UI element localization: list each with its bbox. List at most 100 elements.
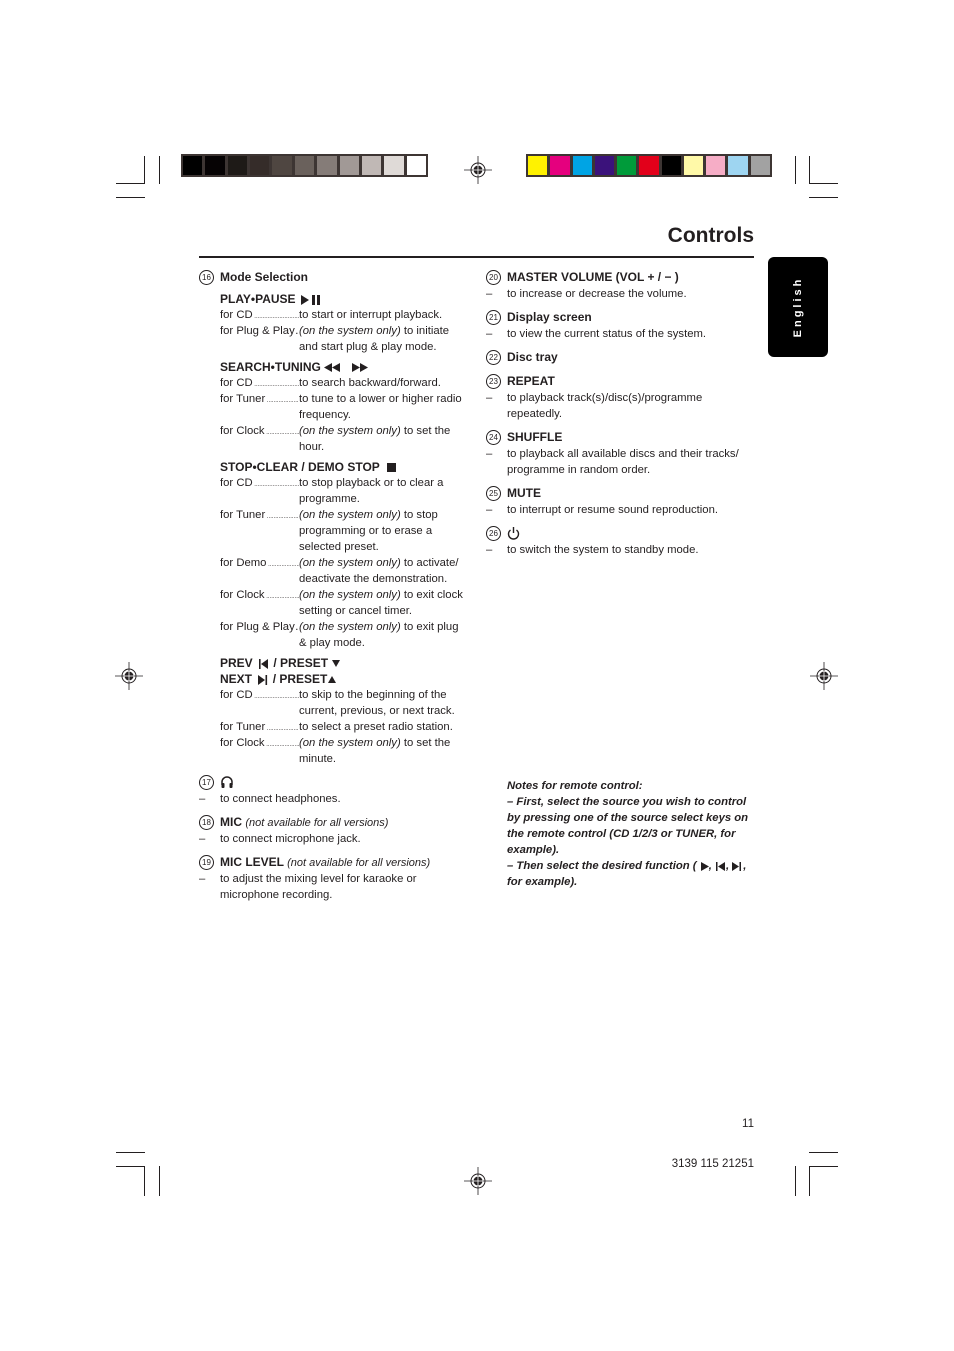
page-title: Controls [667,224,754,247]
source-label: for Tuner [220,391,299,409]
gray-swatch [384,156,404,175]
description-text: to select a preset radio station. [299,721,453,733]
color-swatch [550,156,570,175]
search-tuning-heading: SEARCH•TUNING [220,359,469,375]
headphones-icon [221,776,233,788]
item-23-description: – to playback track(s)/disc(s)/programme … [486,390,741,422]
item-24-heading: 24 SHUFFLE [486,429,741,446]
gray-swatch [205,156,225,175]
notes-title: Notes for remote control: [507,780,643,792]
previous-track-icon [259,658,269,669]
source-label: for CD [220,687,299,705]
function-row: for Clock(on the system only) to set the… [220,423,469,455]
gray-swatch [406,156,426,175]
function-description: to stop playback or to clear a programme… [299,475,469,507]
item-24-description: – to playback all available discs and the… [486,446,741,478]
function-description: (on the system only) to exit clock setti… [299,587,469,619]
description-text: to playback all available discs and thei… [507,448,739,476]
item-25-description: – to interrupt or resume sound reproducti… [486,502,741,518]
next-preset-heading: NEXT / PRESET [220,671,469,687]
remote-control-notes: Notes for remote control: – First, selec… [507,778,757,890]
function-row: for Tuner(on the system only) to stop pr… [220,507,469,555]
function-row: for Tunerto select a preset radio statio… [220,719,469,735]
color-swatch [728,156,748,175]
color-swatch [528,156,548,175]
description-text: to playback track(s)/disc(s)/programme r… [507,392,703,420]
description-text: to tune to a lower or higher radio frequ… [299,393,462,421]
preset-up-icon [328,676,337,684]
color-swatch [706,156,726,175]
availability-note: (not available for all versions) [287,857,431,869]
play-pause-heading: PLAY•PAUSE [220,291,469,307]
item-19-description: – to adjust the mixing level for karaoke… [199,873,417,901]
gray-swatch [361,156,382,175]
function-row: for Plug & Play…(on the system only) to … [220,619,469,651]
item-19-heading: 19 MIC LEVEL (not available for all vers… [199,854,469,871]
source-label: for Plug & Play… [220,323,299,341]
function-description: (on the system only) to stop programming… [299,507,469,555]
dash: – [486,328,493,340]
grayscale-calibration-bar [181,154,428,177]
item-heading: MASTER VOLUME (VOL + / − ) [507,270,679,284]
source-label: for Tuner [220,507,299,525]
right-column: 20 MASTER VOLUME (VOL + / − ) – to increase… [486,264,741,558]
language-tab-label: English [792,276,804,338]
item-heading: MUTE [507,486,541,500]
next-track-icon [258,674,268,685]
function-description: (on the system only) to initiate and sta… [299,323,469,355]
system-only-note: (on the system only) [299,737,401,749]
function-description: (on the system only) to exit plug & play… [299,619,469,651]
item-number-badge: 16 [199,270,214,285]
item-number-badge: 22 [486,350,501,365]
item-21-description: – to view the current status of the syste… [486,326,741,342]
power-standby-icon [507,527,520,540]
source-label: for Clock [220,735,299,753]
gray-swatch [227,156,248,175]
item-number-badge: 17 [199,775,214,790]
function-description: to select a preset radio station. [299,719,469,735]
function-description: (on the system only) to set the minute. [299,735,469,767]
color-calibration-bar [526,154,772,177]
notes-line-2: – Then select the desired function ( , ,… [507,860,747,888]
function-row: for Plug & Play…(on the system only) to … [220,323,469,355]
description-text: to view the current status of the system… [507,328,707,340]
function-row: for CDto stop playback or to clear a pro… [220,475,469,507]
item-number-badge: 23 [486,374,501,389]
source-label: for Plug & Play… [220,619,299,637]
color-swatch [594,156,615,175]
item-heading: Display screen [507,310,592,324]
item-number-badge: 26 [486,526,501,541]
registration-mark-icon [464,156,492,184]
dash: – [486,392,493,404]
stop-icon [386,462,396,472]
color-swatch [683,156,704,175]
previous-track-icon [716,861,725,871]
description-text: to start or interrupt playback. [299,309,443,321]
color-swatch [572,156,592,175]
play-icon [700,861,709,871]
item-heading: MIC LEVEL [220,855,284,869]
item-25-heading: 25 MUTE [486,485,741,502]
item-number-badge: 18 [199,815,214,830]
language-tab: English [768,257,828,357]
description-text: to search backward/forward. [299,377,441,389]
source-label: for Demo [220,555,299,573]
system-only-note: (on the system only) [299,557,401,569]
page-number: 11 [742,1118,754,1130]
stop-clear-heading: STOP•CLEAR / DEMO STOP [220,459,469,475]
item-20-description: – to increase or decrease the volume. [486,286,741,302]
item-20-heading: 20 MASTER VOLUME (VOL + / − ) [486,269,741,286]
function-row: for Demo(on the system only) to activate… [220,555,469,587]
gray-swatch [250,156,270,175]
source-label: for Clock [220,587,299,605]
item-18-description: – to connect microphone jack. [199,833,361,845]
item-number-badge: 24 [486,430,501,445]
description-text: to interrupt or resume sound reproductio… [507,504,718,516]
item-heading: REPEAT [507,374,555,388]
function-description: to skip to the beginning of the current,… [299,687,469,719]
function-description: (on the system only) to activate/ deacti… [299,555,469,587]
left-column: 16 Mode Selection PLAY•PAUSE for CDto st… [199,264,469,903]
source-label: for CD [220,475,299,493]
item-16-heading: 16 Mode Selection [199,269,469,286]
function-row: for CDto search backward/forward. [220,375,469,391]
